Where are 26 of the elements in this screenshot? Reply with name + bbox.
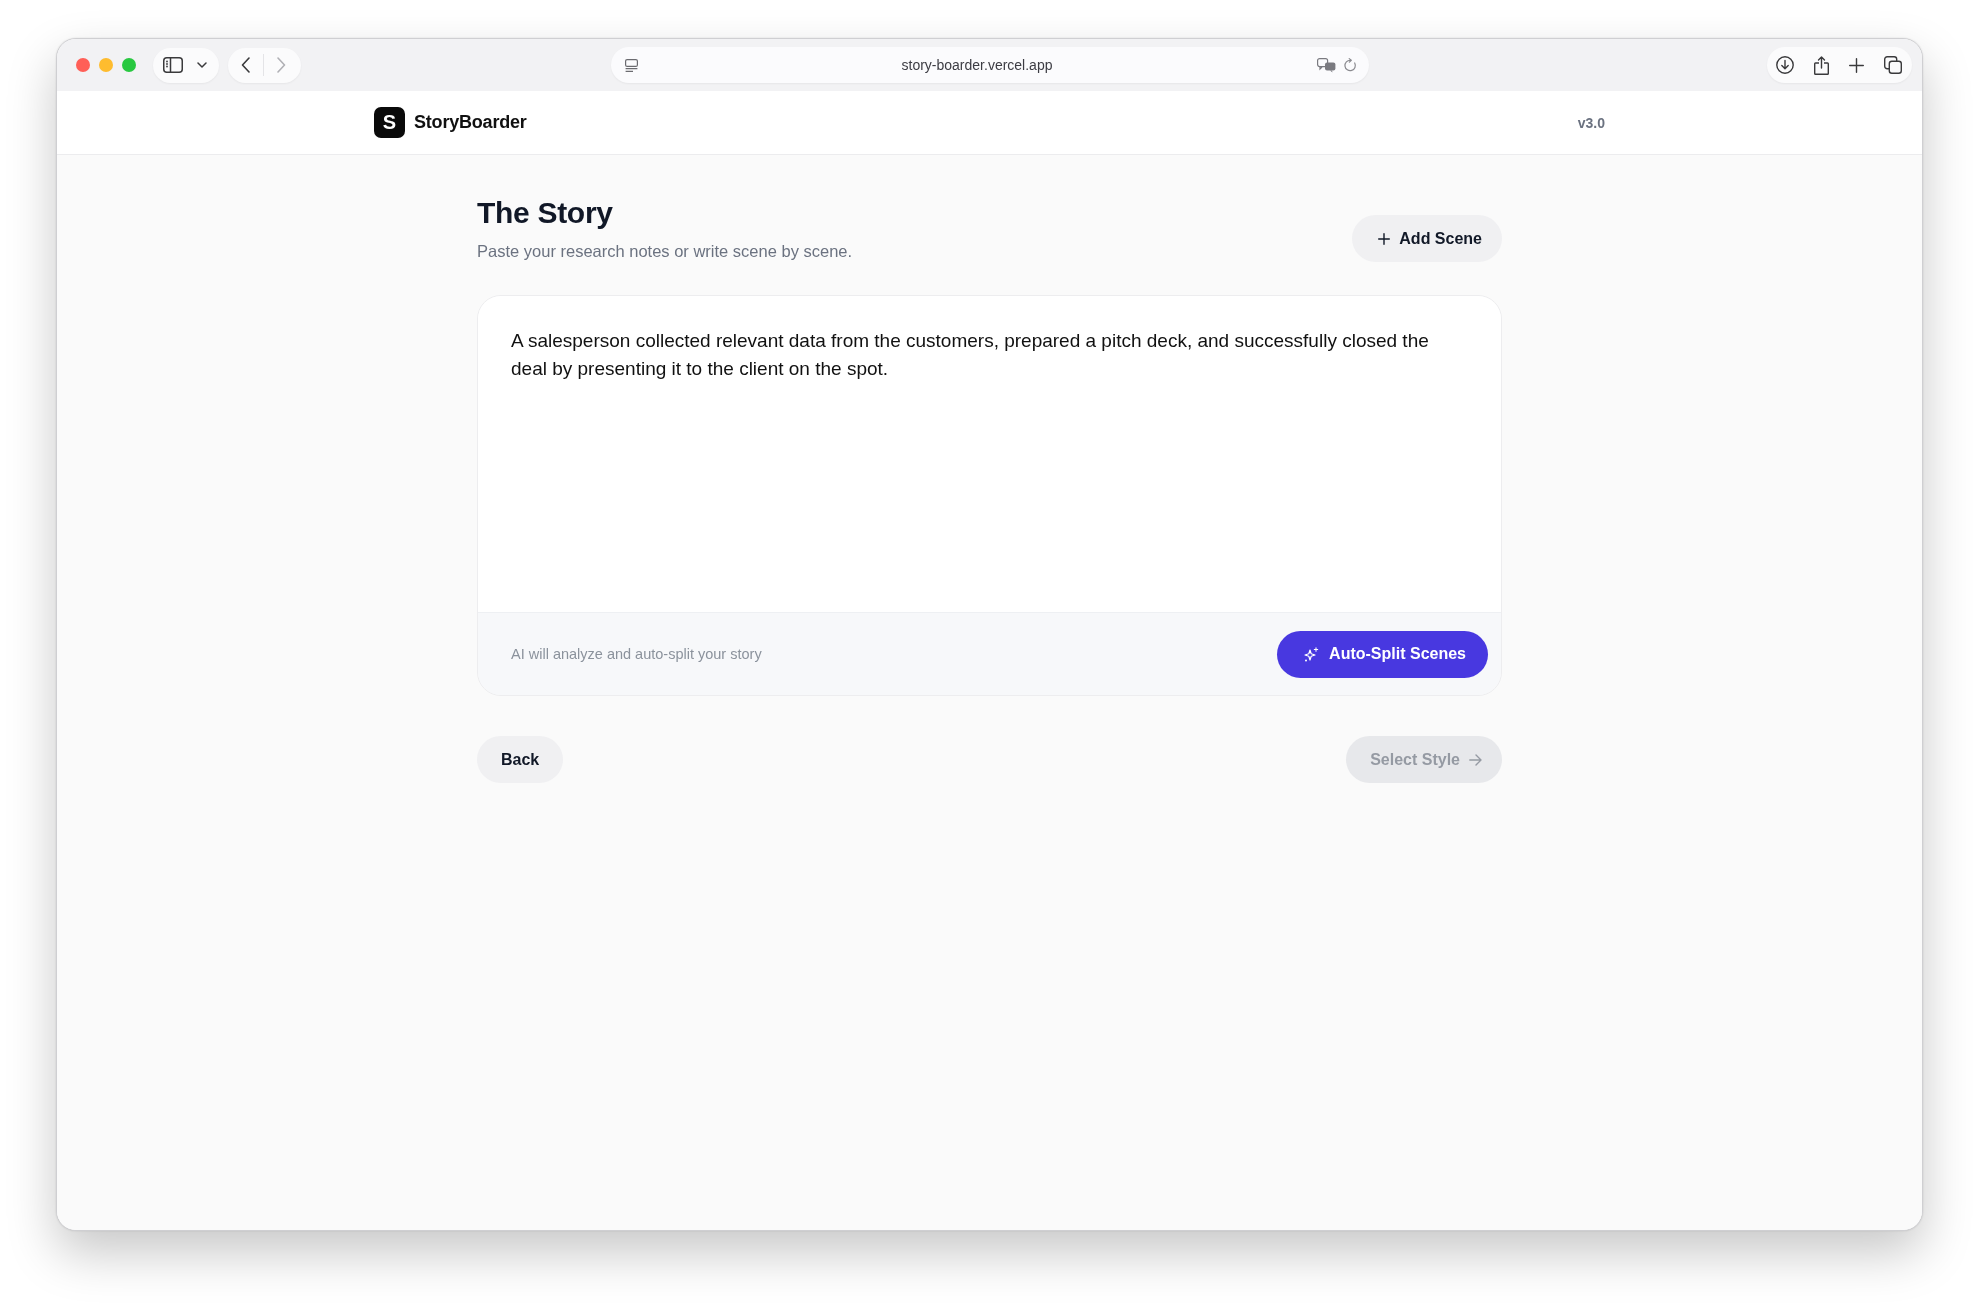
- ai-hint-text: AI will analyze and auto-split your story: [511, 646, 762, 662]
- auto-split-button[interactable]: Auto-Split Scenes: [1277, 630, 1488, 678]
- logo-mark[interactable]: S: [374, 107, 405, 138]
- page-subtitle: Paste your research notes or write scene by scene.: [477, 241, 853, 262]
- version-label: v3.0: [1577, 114, 1605, 131]
- url-text: story-boarder.vercel.app: [900, 57, 1054, 73]
- sidebar-icon[interactable]: [163, 57, 183, 73]
- brand-name[interactable]: StoryBoarder: [414, 112, 527, 133]
- share-icon[interactable]: [1814, 55, 1829, 75]
- chevron-left-icon[interactable]: [241, 57, 251, 73]
- page-title: The Story: [477, 195, 614, 231]
- speech-bubbles-icon[interactable]: [1316, 57, 1336, 73]
- address-bar[interactable]: story-boarder.vercel.app: [610, 47, 1369, 83]
- sparkles-icon: [1304, 646, 1320, 662]
- plus-icon: [1378, 232, 1391, 245]
- download-icon[interactable]: [1776, 56, 1794, 74]
- story-text-field[interactable]: A salesperson collected relevant data from the customers, prepared a pitch deck, and successfully closed the deal by presenting it to the client on the spot.: [478, 296, 1501, 612]
- close-window-icon[interactable]: [76, 58, 90, 72]
- plus-icon[interactable]: [1849, 57, 1864, 73]
- arrow-right-icon: [1469, 753, 1482, 766]
- chevron-down-icon[interactable]: [197, 62, 207, 68]
- page-icon[interactable]: [624, 58, 638, 72]
- add-scene-button[interactable]: Add Scene: [1352, 215, 1502, 262]
- reload-icon[interactable]: [1343, 58, 1357, 72]
- back-button[interactable]: Back: [477, 736, 564, 783]
- tabs-icon[interactable]: [1884, 56, 1902, 74]
